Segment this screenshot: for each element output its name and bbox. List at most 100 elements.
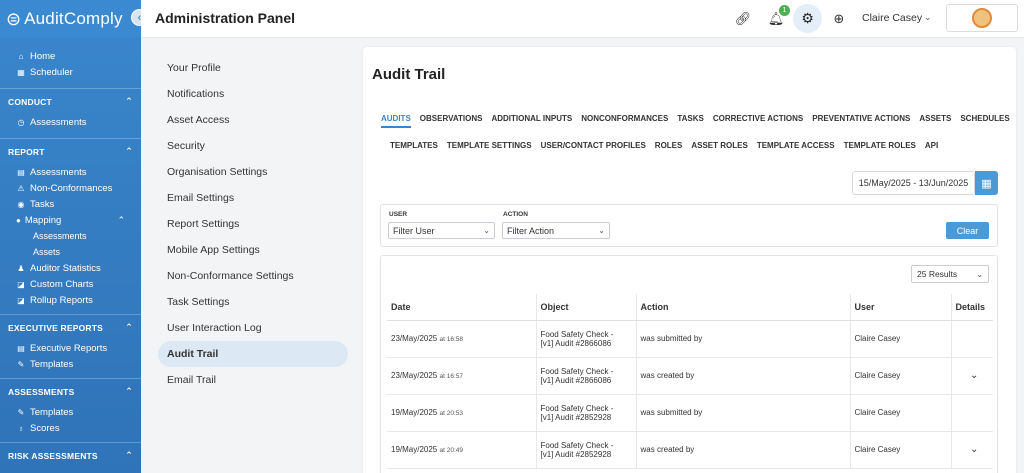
cell-object[interactable]: Food Safety Check - [v1] Audit #2866086 — [535, 320, 636, 358]
list-icon: ▤ — [17, 343, 25, 353]
menu-user-interaction-log[interactable]: User Interaction Log — [158, 315, 348, 341]
bell-icon[interactable]: 🔔︎ 1 — [765, 5, 790, 30]
expand-chevron-icon[interactable]: ⌄ — [950, 431, 993, 469]
section-executive-reports[interactable]: EXECUTIVE REPORTS ⌃ — [0, 314, 141, 340]
tab-assets[interactable]: ASSETS — [919, 114, 951, 128]
sidebar-item-scores[interactable]: ♁ Scores — [0, 420, 141, 436]
menu-audit-trail[interactable]: Audit Trail — [158, 341, 348, 367]
cell-details — [950, 320, 993, 358]
column-header-object[interactable]: Object — [535, 294, 636, 321]
sidebar-item-home[interactable]: ⌂ Home — [0, 48, 141, 64]
cell-action: was submitted by — [635, 394, 850, 432]
tab-additional-inputs[interactable]: ADDITIONAL INPUTS — [491, 114, 572, 128]
tab-asset-roles[interactable]: ASSET ROLES — [691, 141, 747, 153]
sidebar-item-auditor-statistics[interactable]: ♟ Auditor Statistics — [0, 260, 141, 276]
logo-icon: ⊜ — [6, 9, 22, 29]
menu-notifications[interactable]: Notifications — [158, 81, 348, 107]
link-icon[interactable]: 🔗︎ — [732, 8, 754, 30]
section-report[interactable]: REPORT ⌃ — [0, 138, 141, 164]
sidebar-item-conduct-assessments[interactable]: ◷ Assessments — [0, 114, 141, 130]
tab-templates[interactable]: TEMPLATES — [390, 141, 438, 153]
tab-preventative-actions[interactable]: PREVENTATIVE ACTIONS — [812, 114, 910, 128]
menu-report-settings[interactable]: Report Settings — [158, 211, 348, 237]
tab-template-access[interactable]: TEMPLATE ACCESS — [757, 141, 835, 153]
results-per-page-select[interactable]: 25 Results ⌄ — [911, 265, 989, 283]
menu-non-conformance-settings[interactable]: Non-Conformance Settings — [158, 263, 348, 289]
user-menu[interactable]: Claire Casey — [862, 12, 922, 24]
cell-user: Claire Casey — [849, 320, 951, 358]
sidebar-item-mapping-assets[interactable]: Assets — [0, 244, 141, 260]
sidebar-collapse-button[interactable]: ‹ — [131, 9, 141, 26]
tab-tasks[interactable]: TASKS — [677, 114, 704, 128]
sidebar-item-executive-templates[interactable]: ✎ Templates — [0, 356, 141, 372]
tab-nonconformances[interactable]: NONCONFORMANCES — [581, 114, 668, 128]
globe-icon[interactable]: ⊕ — [828, 8, 850, 30]
action-filter-select[interactable]: Filter Action ⌄ — [502, 222, 610, 239]
sidebar-item-rollup-reports[interactable]: ◪ Rollup Reports — [0, 292, 141, 308]
cell-user: Claire Casey — [849, 431, 951, 469]
avatar-image — [972, 8, 992, 28]
section-risk-assessments[interactable]: RISK ASSESSMENTS ⌃ — [0, 442, 141, 468]
tab-audits[interactable]: AUDITS — [381, 114, 411, 128]
column-header-details: Details — [950, 294, 993, 321]
tab-user-contact-profiles[interactable]: USER/CONTACT PROFILES — [541, 141, 646, 153]
cell-object[interactable]: Food Safety Check - [v1] Audit #2852928 — [535, 394, 636, 432]
sidebar-item-custom-charts[interactable]: ◪ Custom Charts — [0, 276, 141, 292]
cell-date: 23/May/2025 at 16:58 — [387, 320, 536, 358]
menu-email-settings[interactable]: Email Settings — [158, 185, 348, 211]
tab-template-settings[interactable]: TEMPLATE SETTINGS — [447, 141, 532, 153]
clear-button[interactable]: Clear — [946, 222, 989, 239]
menu-your-profile[interactable]: Your Profile — [158, 55, 348, 81]
section-conduct[interactable]: CONDUCT ⌃ — [0, 88, 141, 114]
list-icon: ▤ — [17, 167, 25, 177]
gear-icon[interactable]: ⚙ — [793, 4, 822, 33]
users-icon: ♟ — [17, 263, 25, 273]
column-header-user[interactable]: User — [849, 294, 951, 321]
avatar[interactable] — [946, 4, 1018, 32]
tab-observations[interactable]: OBSERVATIONS — [420, 114, 483, 128]
home-icon: ⌂ — [18, 51, 24, 61]
sidebar-item-mapping[interactable]: ● Mapping ⌃ — [0, 212, 141, 228]
menu-security[interactable]: Security — [158, 133, 348, 159]
date-range-input[interactable]: 15/May/2025 - 13/Jun/2025 — [852, 171, 975, 195]
tab-schedules[interactable]: SCHEDULES — [960, 114, 1009, 128]
menu-organisation-settings[interactable]: Organisation Settings — [158, 159, 348, 185]
cell-object[interactable]: Food Safety Check - [v1] Audit #2852928 — [535, 431, 636, 469]
column-header-date[interactable]: Date — [387, 294, 536, 321]
expand-chevron-icon[interactable]: ⌄ — [950, 357, 993, 395]
cell-action: was created by — [635, 357, 850, 395]
tab-roles[interactable]: ROLES — [655, 141, 683, 153]
sidebar-item-non-conformances[interactable]: ⚠ Non-Conformances — [0, 180, 141, 196]
menu-email-trail[interactable]: Email Trail — [158, 367, 348, 393]
chevron-down-icon[interactable]: ⌄ — [924, 12, 932, 23]
calendar-icon[interactable]: ▦ — [975, 171, 998, 195]
ribbon-icon: ♁ — [18, 423, 24, 433]
logo[interactable]: ⊜ AuditComply — [0, 0, 141, 38]
audit-trail-table: Date Object Action User Details 23/May/2… — [387, 294, 993, 469]
chart-icon: ◪ — [17, 295, 25, 305]
tab-api[interactable]: API — [925, 141, 938, 153]
sidebar-item-assessment-templates[interactable]: ✎ Templates — [0, 404, 141, 420]
tab-template-roles[interactable]: TEMPLATE ROLES — [844, 141, 916, 153]
sidebar-item-executive-reports[interactable]: ▤ Executive Reports — [0, 340, 141, 356]
chevron-up-icon: ⌃ — [125, 96, 133, 106]
tab-corrective-actions[interactable]: CORRECTIVE ACTIONS — [713, 114, 803, 128]
menu-asset-access[interactable]: Asset Access — [158, 107, 348, 133]
section-assessments[interactable]: ASSESSMENTS ⌃ — [0, 378, 141, 404]
audit-trail-card: Audit Trail AUDITS OBSERVATIONS ADDITION… — [363, 47, 1016, 473]
cell-object[interactable]: Food Safety Check - [v1] Audit #2866086 — [535, 357, 636, 395]
settings-menu: Your Profile Notifications Asset Access … — [158, 55, 348, 393]
sidebar-item-scheduler[interactable]: ▦ Scheduler — [0, 64, 141, 80]
chevron-down-icon: ⌄ — [483, 226, 490, 235]
menu-mobile-app-settings[interactable]: Mobile App Settings — [158, 237, 348, 263]
menu-task-settings[interactable]: Task Settings — [158, 289, 348, 315]
chevron-down-icon: ⌄ — [976, 269, 983, 279]
chart-icon: ◪ — [17, 279, 25, 289]
audit-table-panel: 25 Results ⌄ Date Object Action User Det… — [380, 255, 998, 473]
sidebar-item-mapping-assessments[interactable]: Assessments — [0, 228, 141, 244]
sidebar-item-report-assessments[interactable]: ▤ Assessments — [0, 164, 141, 180]
sidebar-item-tasks[interactable]: ◉ Tasks — [0, 196, 141, 212]
chevron-up-icon: ⌃ — [125, 450, 133, 460]
user-filter-select[interactable]: Filter User ⌄ — [388, 222, 495, 239]
column-header-action[interactable]: Action — [635, 294, 850, 321]
